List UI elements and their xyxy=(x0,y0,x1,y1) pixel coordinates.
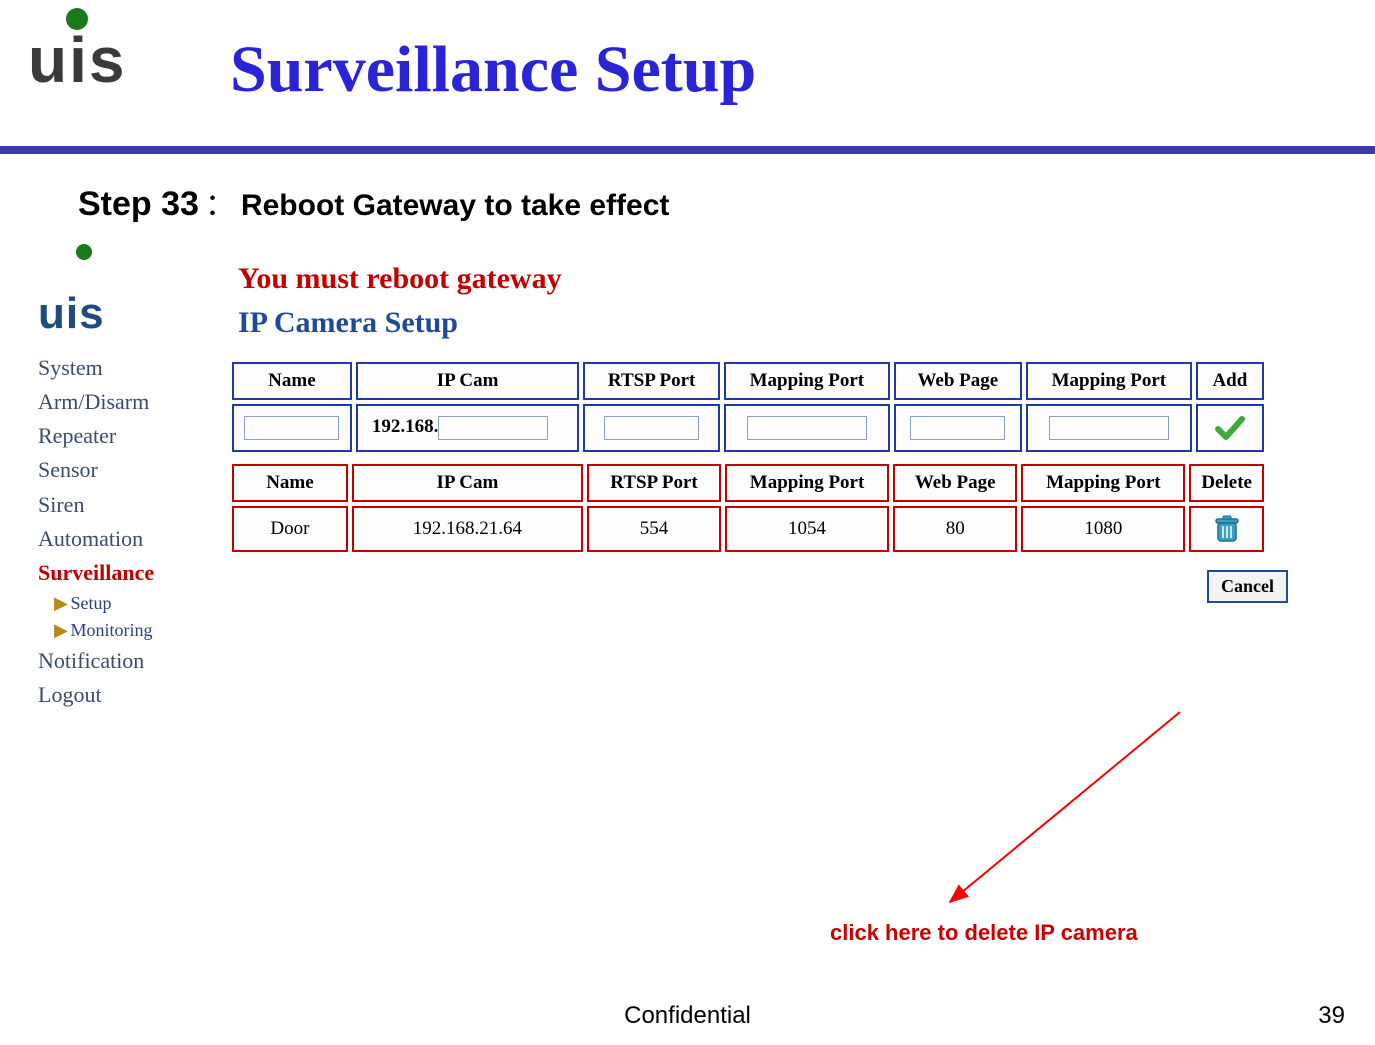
th-mapping-port: Mapping Port xyxy=(725,464,889,502)
th-mapping-port2: Mapping Port xyxy=(1021,464,1185,502)
sidebar-sub-monitoring[interactable]: ▶ Monitoring xyxy=(54,617,198,644)
logo-text: uis xyxy=(28,30,126,91)
brand-logo: uis xyxy=(28,8,126,91)
section-title: IP Camera Setup xyxy=(238,306,1288,340)
th-name: Name xyxy=(232,362,352,400)
th-rtsp-port: RTSP Port xyxy=(587,464,721,502)
sidebar-item-surveillance[interactable]: Surveillance xyxy=(38,556,198,590)
th-web-page: Web Page xyxy=(893,464,1017,502)
inner-logo-text: uis xyxy=(38,289,105,338)
cell-mapping-port2: 1080 xyxy=(1021,506,1185,552)
ip-prefix: 192.168. xyxy=(372,416,439,437)
mapping-port2-input[interactable] xyxy=(1049,416,1169,440)
th-mapping-port: Mapping Port xyxy=(724,362,890,400)
th-name: Name xyxy=(232,464,348,502)
delete-button[interactable] xyxy=(1201,514,1252,544)
delete-annotation: click here to delete IP camera xyxy=(830,920,1138,946)
th-web-page: Web Page xyxy=(894,362,1022,400)
check-icon xyxy=(1214,412,1246,444)
inner-app: uis System Arm/Disarm Repeater Sensor Si… xyxy=(38,254,1278,754)
web-page-input[interactable] xyxy=(910,416,1005,440)
delete-camera-table: Name IP Cam RTSP Port Mapping Port Web P… xyxy=(228,460,1268,556)
triangle-right-icon: ▶ xyxy=(54,590,66,617)
ipcam-input[interactable] xyxy=(438,416,548,440)
side-nav: System Arm/Disarm Repeater Sensor Siren … xyxy=(38,351,198,712)
sidebar-item-repeater[interactable]: Repeater xyxy=(38,419,198,453)
th-mapping-port2: Mapping Port xyxy=(1026,362,1192,400)
cancel-button[interactable]: Cancel xyxy=(1207,570,1288,603)
inner-logo-dot-icon xyxy=(76,244,92,260)
footer-page-number: 39 xyxy=(1318,1002,1345,1030)
th-ipcam: IP Cam xyxy=(356,362,580,400)
add-camera-table: Name IP Cam RTSP Port Mapping Port Web P… xyxy=(228,358,1268,456)
step-line: Step 33：Reboot Gateway to take effect xyxy=(78,180,669,224)
table-row: Door 192.168.21.64 554 1054 80 1080 xyxy=(232,506,1264,552)
cell-web-page: 80 xyxy=(893,506,1017,552)
cell-rtsp-port: 554 xyxy=(587,506,721,552)
cell-ipcam: 192.168.21.64 xyxy=(352,506,583,552)
th-add: Add xyxy=(1196,362,1264,400)
name-input[interactable] xyxy=(244,416,339,440)
sidebar-item-notification[interactable]: Notification xyxy=(38,644,198,678)
sidebar-item-arm-disarm[interactable]: Arm/Disarm xyxy=(38,385,198,419)
sidebar-item-automation[interactable]: Automation xyxy=(38,522,198,556)
rtsp-port-input[interactable] xyxy=(604,416,699,440)
step-label: Step 33 xyxy=(78,185,199,223)
footer-confidential: Confidential xyxy=(0,1002,1375,1030)
th-ipcam: IP Cam xyxy=(352,464,583,502)
triangle-right-icon: ▶ xyxy=(54,617,66,644)
sidebar-item-logout[interactable]: Logout xyxy=(38,678,198,712)
reboot-warning: You must reboot gateway xyxy=(238,262,1288,296)
th-rtsp-port: RTSP Port xyxy=(583,362,720,400)
cell-mapping-port: 1054 xyxy=(725,506,889,552)
main-panel: You must reboot gateway IP Camera Setup … xyxy=(228,254,1288,603)
cell-name: Door xyxy=(232,506,348,552)
sidebar-item-system[interactable]: System xyxy=(38,351,198,385)
mapping-port-input[interactable] xyxy=(747,416,867,440)
trash-icon xyxy=(1212,514,1242,544)
step-text: Reboot Gateway to take effect xyxy=(241,189,669,222)
sidebar-item-siren[interactable]: Siren xyxy=(38,488,198,522)
page-title: Surveillance Setup xyxy=(230,32,756,108)
sidebar-sub-setup[interactable]: ▶ Setup xyxy=(54,590,198,617)
sidebar-item-sensor[interactable]: Sensor xyxy=(38,453,198,487)
step-colon: ： xyxy=(199,189,241,222)
inner-brand-logo: uis xyxy=(38,254,218,333)
title-rule xyxy=(0,146,1375,154)
th-delete: Delete xyxy=(1189,464,1264,502)
add-button[interactable] xyxy=(1208,412,1252,444)
